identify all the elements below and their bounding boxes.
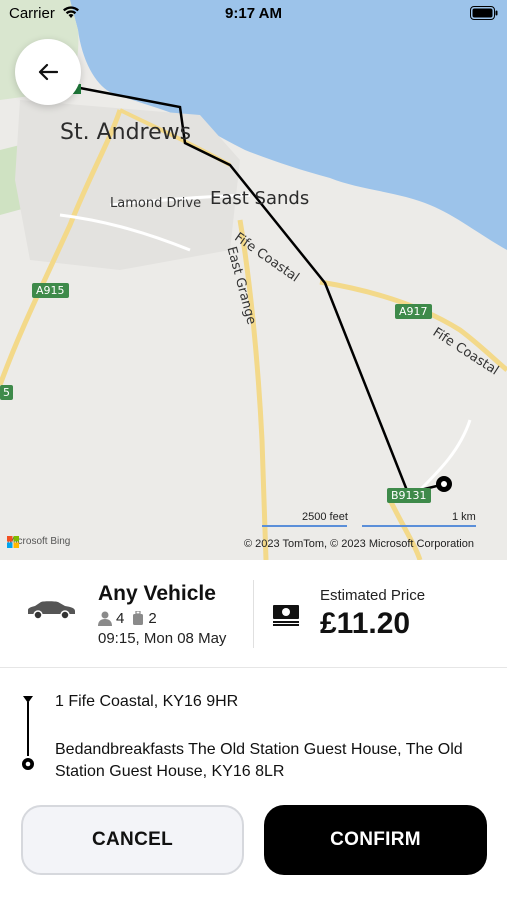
bing-attribution: Microsoft Bing	[7, 536, 70, 548]
road-shield-edge: 5	[0, 385, 13, 400]
cancel-button[interactable]: CANCEL	[21, 805, 244, 875]
pickup-time: 09:15, Mon 08 May	[98, 630, 227, 647]
summary-divider	[253, 580, 254, 648]
map-copyright: © 2023 TomTom, © 2023 Microsoft Corporat…	[243, 538, 474, 550]
confirm-button[interactable]: CONFIRM	[264, 805, 487, 875]
arrow-left-icon	[38, 63, 58, 81]
dropoff-address: Bedandbreakfasts The Old Station Guest H…	[55, 741, 463, 780]
back-button[interactable]	[15, 39, 81, 105]
map-label-east-sands: East Sands	[210, 188, 310, 209]
passenger-count: 4	[116, 610, 125, 627]
scale-feet: 2500 feet	[302, 511, 348, 523]
booking-sheet: Any Vehicle 4 2 09:15, Mon 08 May Estima…	[0, 560, 507, 900]
luggage-icon	[133, 611, 144, 625]
battery-icon	[470, 6, 498, 20]
road-shield-b9131: B9131	[387, 488, 431, 503]
microsoft-logo-icon	[7, 536, 19, 548]
price-value: £11.20	[320, 607, 411, 640]
status-bar: Carrier 9:17 AM	[0, 0, 507, 28]
status-time: 9:17 AM	[225, 5, 282, 22]
road-shield-a915: A915	[32, 283, 69, 298]
map-label-lamond-drive: Lamond Drive	[110, 196, 202, 211]
map-label-town: St. Andrews	[60, 120, 192, 145]
vehicle-capacity: 4 2	[98, 610, 157, 627]
vehicle-summary: Any Vehicle 4 2 09:15, Mon 08 May Estima…	[0, 560, 507, 668]
luggage-count: 2	[148, 610, 157, 627]
scale-km: 1 km	[452, 511, 476, 523]
person-icon	[98, 611, 112, 626]
car-icon	[28, 601, 75, 620]
pickup-address: 1 Fife Coastal, KY16 9HR	[55, 693, 239, 710]
vehicle-name: Any Vehicle	[98, 582, 216, 605]
route-line-icon	[22, 696, 34, 770]
road-shield-a917: A917	[395, 304, 432, 319]
cash-icon	[273, 605, 299, 626]
route-summary: 1 Fife Coastal, KY16 9HR Bedandbreakfast…	[0, 668, 507, 793]
price-label: Estimated Price	[320, 587, 426, 604]
